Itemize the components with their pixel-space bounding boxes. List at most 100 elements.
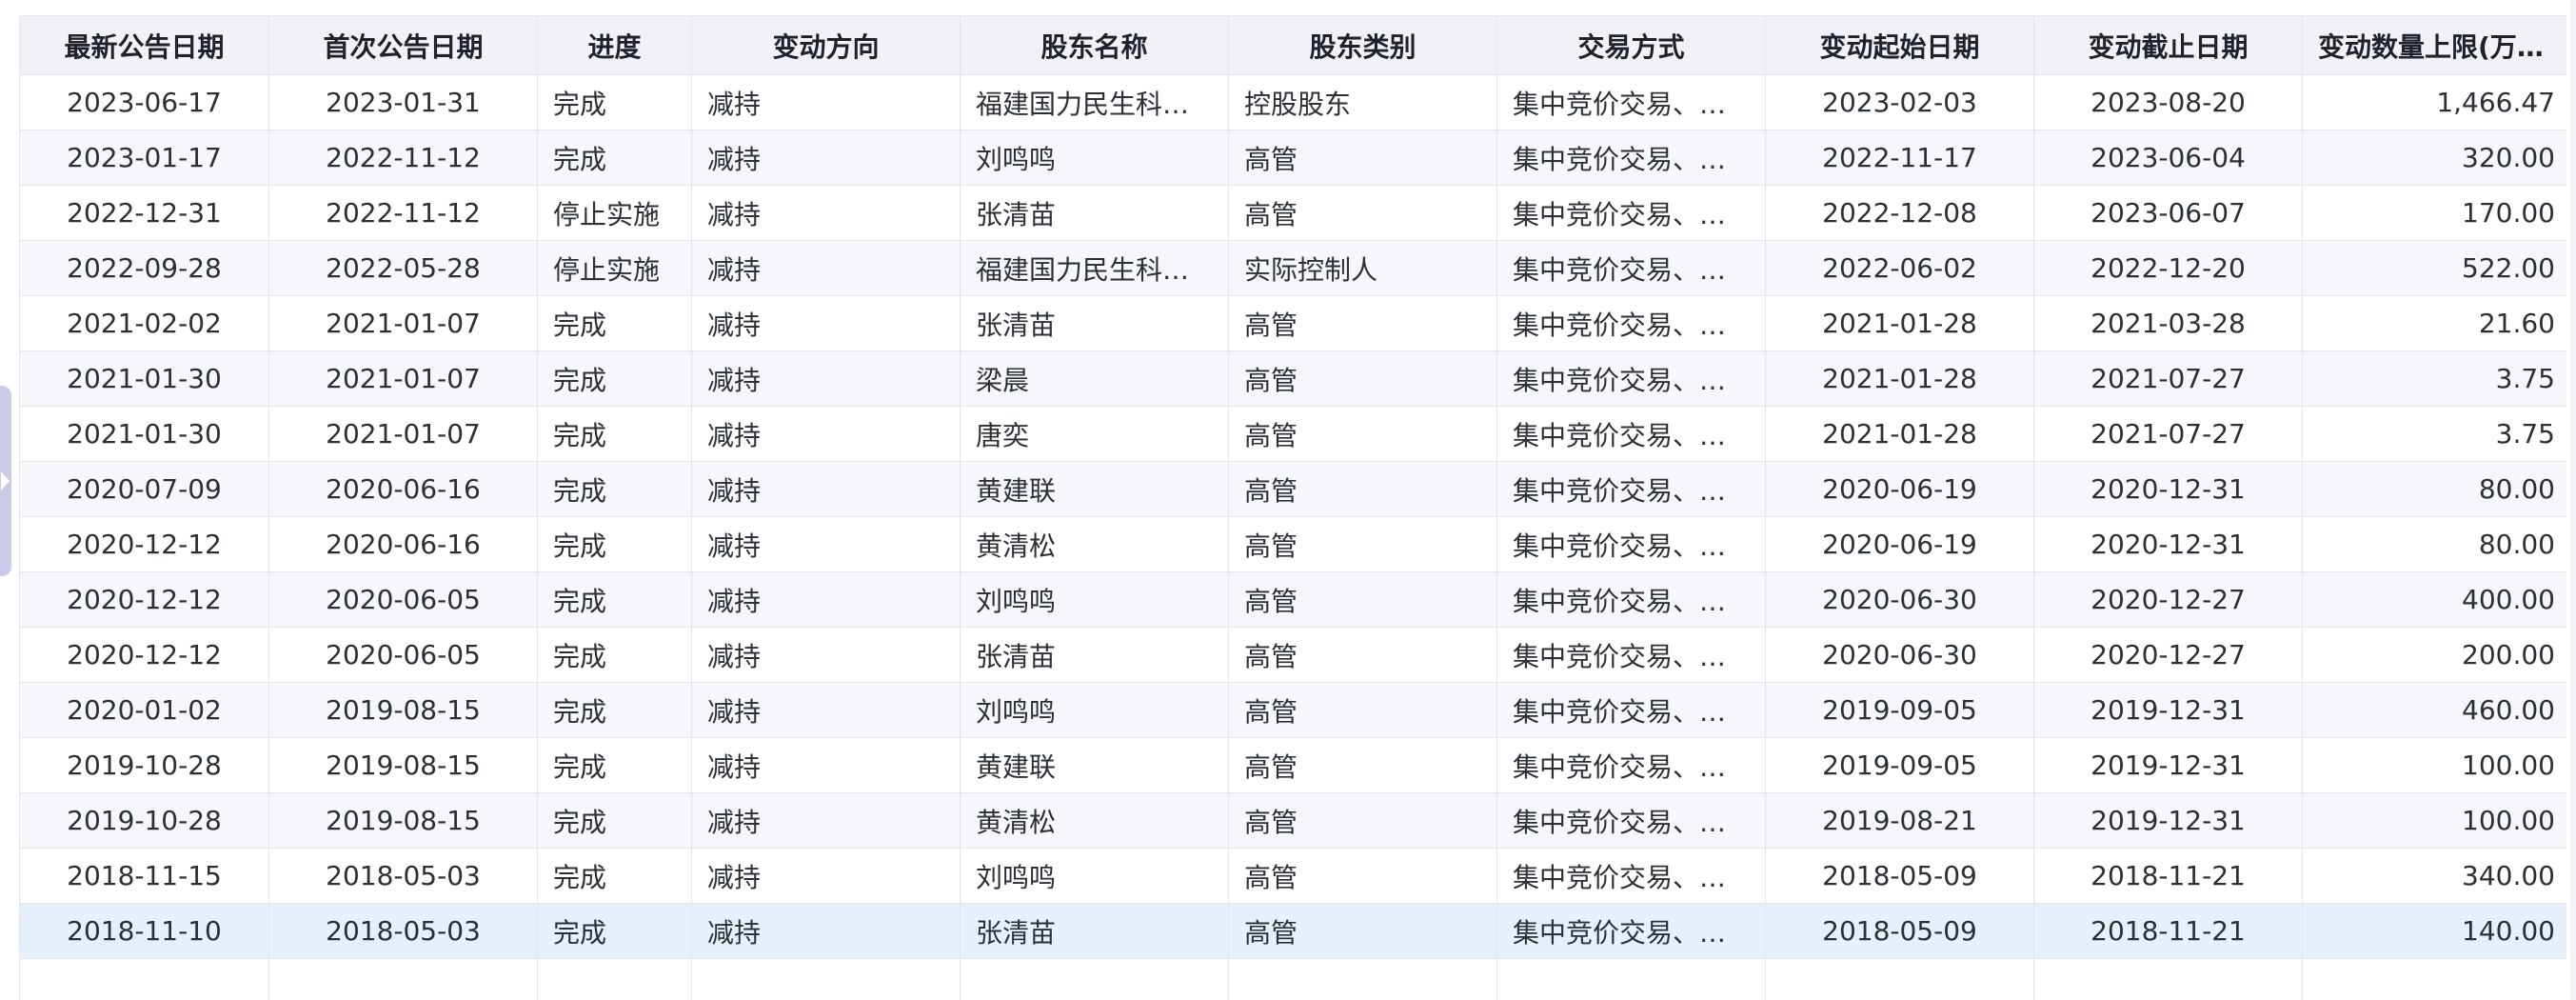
cell-shareholder-name: 福建国力民生科技… (960, 74, 1229, 130)
vertical-scrollbar[interactable] (2570, 0, 2576, 1000)
cell-progress: 完成 (537, 350, 692, 407)
cell-change-direction: 减持 (691, 74, 961, 130)
table-row[interactable]: 2022-09-28 2022-05-28 停止实施 减持 福建国力民生科技… 实际控制人… (19, 240, 2566, 296)
cell-change-end-date: 2020-12-31 (2033, 461, 2303, 517)
cell-latest-announce-date: 2023-06-17 (19, 74, 269, 130)
cell-change-start-date: 2019-09-05 (1765, 682, 2034, 738)
cell-shareholder-type (1228, 958, 1497, 1000)
cell-first-announce-date: 2019-08-15 (268, 737, 538, 793)
table-row[interactable]: 2019-10-28 2019-08-15 完成 减持 黄建联 高管 集中竞价交易、大… 20… (19, 737, 2566, 793)
cell-first-announce-date: 2021-01-07 (268, 350, 538, 407)
cell-trade-method: 集中竞价交易、大… (1496, 240, 1766, 296)
cell-first-announce-date (268, 958, 538, 1000)
cell-change-quantity-cap: 340.00 (2302, 848, 2566, 904)
cell-latest-announce-date: 2021-01-30 (19, 406, 269, 462)
cell-trade-method: 集中竞价交易、大… (1496, 792, 1766, 849)
cell-change-start-date: 2020-06-30 (1765, 627, 2034, 683)
table-row[interactable]: 2018-11-15 2018-05-03 完成 减持 刘鸣鸣 高管 集中竞价交易、大… 20… (19, 848, 2566, 904)
table-row[interactable]: 2020-01-02 2019-08-15 完成 减持 刘鸣鸣 高管 集中竞价交易、大… 20… (19, 682, 2566, 738)
table-row[interactable]: 2020-07-09 2020-06-16 完成 减持 黄建联 高管 集中竞价交易、大… 20… (19, 461, 2566, 517)
cell-shareholder-type: 高管 (1228, 792, 1497, 849)
column-header-progress[interactable]: 进度 (537, 15, 692, 75)
shareholder-change-table: 最新公告日期 首次公告日期 进度 变动方向 股东名称 股东类别 交易方式 变动起始日期 变动截止… (19, 15, 2566, 1000)
table-row[interactable]: 2018-11-10 2018-05-03 完成 减持 张清苗 高管 集中竞价交易、大… 20… (19, 903, 2566, 959)
cell-progress: 完成 (537, 792, 692, 849)
cell-shareholder-type: 高管 (1228, 406, 1497, 462)
cell-change-direction: 减持 (691, 792, 961, 849)
cell-trade-method: 集中竞价交易、大… (1496, 74, 1766, 130)
table-row[interactable]: 2020-12-12 2020-06-05 完成 减持 刘鸣鸣 高管 集中竞价交易、大… 20… (19, 571, 2566, 628)
column-header-change-direction[interactable]: 变动方向 (691, 15, 961, 75)
cell-change-quantity-cap: 100.00 (2302, 792, 2566, 849)
cell-progress: 完成 (537, 627, 692, 683)
cell-shareholder-type: 高管 (1228, 295, 1497, 351)
cell-progress: 完成 (537, 903, 692, 959)
table-row[interactable]: 2023-06-17 2023-01-31 完成 减持 福建国力民生科技… 控股股东 集中竞… (19, 74, 2566, 130)
table-row[interactable] (19, 958, 2566, 1000)
cell-shareholder-type: 高管 (1228, 737, 1497, 793)
table-row[interactable]: 2023-01-17 2022-11-12 完成 减持 刘鸣鸣 高管 集中竞价交易、大… 20… (19, 130, 2566, 186)
cell-first-announce-date: 2021-01-07 (268, 406, 538, 462)
table-row[interactable]: 2020-12-12 2020-06-16 完成 减持 黄清松 高管 集中竞价交易、大… 20… (19, 516, 2566, 572)
cell-latest-announce-date: 2020-12-12 (19, 516, 269, 572)
cell-trade-method: 集中竞价交易、大… (1496, 737, 1766, 793)
column-header-first-announce-date[interactable]: 首次公告日期 (268, 15, 538, 75)
table-row[interactable]: 2021-02-02 2021-01-07 完成 减持 张清苗 高管 集中竞价交易、大… 20… (19, 295, 2566, 351)
cell-change-end-date: 2019-12-31 (2033, 792, 2303, 849)
cell-trade-method: 集中竞价交易、大… (1496, 848, 1766, 904)
cell-shareholder-type: 高管 (1228, 130, 1497, 186)
cell-change-start-date: 2022-06-02 (1765, 240, 2034, 296)
cell-change-end-date (2033, 958, 2303, 1000)
cell-change-start-date: 2021-01-28 (1765, 295, 2034, 351)
cell-change-direction: 减持 (691, 461, 961, 517)
table-row[interactable]: 2021-01-30 2021-01-07 完成 减持 唐奕 高管 集中竞价交易、大… 202… (19, 406, 2566, 462)
cell-first-announce-date: 2021-01-07 (268, 295, 538, 351)
cell-trade-method: 集中竞价交易、大… (1496, 350, 1766, 407)
cell-shareholder-name: 黄建联 (960, 737, 1229, 793)
column-header-latest-announce-date[interactable]: 最新公告日期 (19, 15, 269, 75)
cell-progress (537, 958, 692, 1000)
cell-change-direction: 减持 (691, 848, 961, 904)
cell-shareholder-type: 实际控制人 (1228, 240, 1497, 296)
table-row[interactable]: 2022-12-31 2022-11-12 停止实施 减持 张清苗 高管 集中竞价交易、大…… (19, 185, 2566, 241)
cell-progress: 完成 (537, 461, 692, 517)
cell-latest-announce-date (19, 958, 269, 1000)
cell-progress: 完成 (537, 848, 692, 904)
column-header-change-quantity-cap[interactable]: 变动数量上限(万股) (2302, 15, 2566, 75)
table-row[interactable]: 2019-10-28 2019-08-15 完成 减持 黄清松 高管 集中竞价交易、大… 20… (19, 792, 2566, 849)
cell-latest-announce-date: 2020-12-12 (19, 627, 269, 683)
table-body: 2023-06-17 2023-01-31 完成 减持 福建国力民生科技… 控股股东 集中竞… (19, 74, 2566, 1000)
cell-first-announce-date: 2018-05-03 (268, 903, 538, 959)
cell-progress: 停止实施 (537, 240, 692, 296)
cell-change-end-date: 2023-06-04 (2033, 130, 2303, 186)
cell-shareholder-type: 高管 (1228, 848, 1497, 904)
cell-first-announce-date: 2022-05-28 (268, 240, 538, 296)
cell-change-start-date: 2019-09-05 (1765, 737, 2034, 793)
column-header-change-end-date[interactable]: 变动截止日期 (2033, 15, 2303, 75)
cell-shareholder-name: 刘鸣鸣 (960, 848, 1229, 904)
cell-progress: 完成 (537, 737, 692, 793)
cell-change-start-date: 2021-01-28 (1765, 406, 2034, 462)
cell-change-end-date: 2020-12-27 (2033, 571, 2303, 628)
cell-progress: 停止实施 (537, 185, 692, 241)
cell-shareholder-type: 高管 (1228, 571, 1497, 628)
cell-change-end-date: 2021-07-27 (2033, 350, 2303, 407)
column-header-shareholder-type[interactable]: 股东类别 (1228, 15, 1497, 75)
cell-change-direction: 减持 (691, 627, 961, 683)
cell-trade-method: 集中竞价交易、大… (1496, 571, 1766, 628)
column-header-trade-method[interactable]: 交易方式 (1496, 15, 1766, 75)
table-row[interactable]: 2021-01-30 2021-01-07 完成 减持 梁晨 高管 集中竞价交易、大… 202… (19, 350, 2566, 407)
cell-change-quantity-cap: 3.75 (2302, 350, 2566, 407)
column-header-shareholder-name[interactable]: 股东名称 (960, 15, 1229, 75)
column-header-change-start-date[interactable]: 变动起始日期 (1765, 15, 2034, 75)
table-row[interactable]: 2020-12-12 2020-06-05 完成 减持 张清苗 高管 集中竞价交易、大… 20… (19, 627, 2566, 683)
cell-shareholder-name: 张清苗 (960, 295, 1229, 351)
cell-latest-announce-date: 2020-01-02 (19, 682, 269, 738)
cell-change-end-date: 2020-12-27 (2033, 627, 2303, 683)
side-panel-expand-handle[interactable] (0, 386, 11, 576)
cell-change-end-date: 2023-06-07 (2033, 185, 2303, 241)
cell-shareholder-type: 高管 (1228, 903, 1497, 959)
cell-change-direction: 减持 (691, 737, 961, 793)
cell-change-quantity-cap: 200.00 (2302, 627, 2566, 683)
cell-change-direction: 减持 (691, 571, 961, 628)
